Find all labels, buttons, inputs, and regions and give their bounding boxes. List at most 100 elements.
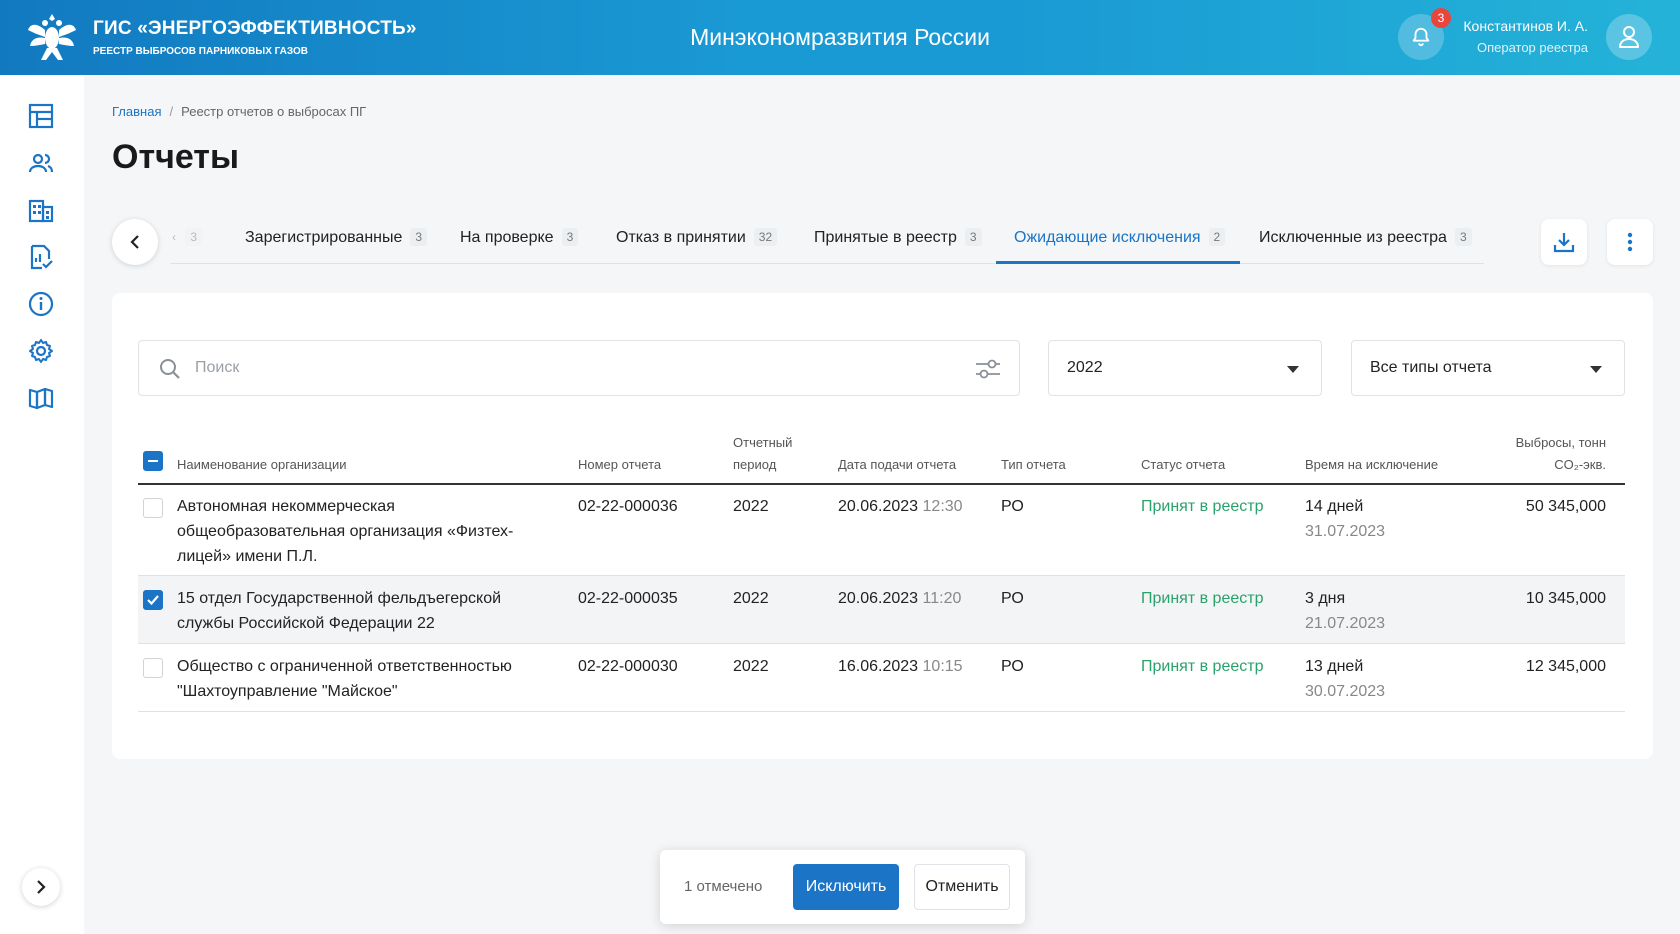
- chevron-left-icon: [130, 235, 139, 249]
- table-row-type: РО: [1001, 658, 1024, 675]
- tab-label: Отказ в принятии: [616, 229, 746, 246]
- tab-label: Ожидающие исключения: [1014, 229, 1201, 246]
- tab-label: Зарегистрированные: [245, 229, 403, 246]
- column-header-time: Время на исключение: [1305, 457, 1439, 472]
- exclude-button[interactable]: Исключить: [793, 864, 899, 910]
- page-title: Отчеты: [112, 138, 239, 176]
- brand-subtitle: РЕЕСТР ВЫБРОСОВ ПАРНИКОВЫХ ГАЗОВ: [93, 46, 309, 57]
- sidebar-item-docs[interactable]: [28, 385, 54, 411]
- table-row-status: Принят в реестр: [1141, 658, 1264, 675]
- tab-excluded[interactable]: Исключенные из реестра 3: [1259, 228, 1472, 247]
- search-icon: [160, 359, 180, 379]
- tab-label: Принятые в реестр: [814, 229, 957, 246]
- gear-icon: [29, 339, 53, 363]
- row-checkbox[interactable]: [143, 590, 163, 610]
- row-divider: [138, 643, 1625, 644]
- minus-icon: [148, 460, 158, 462]
- tabs-scroll-left-button[interactable]: [112, 219, 158, 265]
- dashboard-icon: [28, 103, 54, 129]
- table-row-emissions: 10 345,000: [1525, 590, 1606, 607]
- table-row-type: РО: [1001, 590, 1024, 607]
- caret-down-icon: [1287, 366, 1299, 373]
- table-row-period: 2022: [733, 498, 769, 515]
- tab-under-review[interactable]: На проверке 3: [460, 228, 579, 247]
- users-icon: [28, 153, 54, 173]
- user-name: Константинов И. А.: [1463, 18, 1588, 34]
- table-row-org-line[interactable]: "Шахтоуправление "Майское": [177, 679, 398, 704]
- table-row-org-line[interactable]: службы Российской Федерации 22: [177, 611, 435, 636]
- row-checkbox[interactable]: [143, 658, 163, 678]
- bulk-action-bar: 1 отмечено Исключить Отменить: [660, 850, 1025, 924]
- select-all-checkbox[interactable]: [143, 451, 163, 471]
- breadcrumb-home-link[interactable]: Главная: [112, 104, 161, 119]
- cancel-button[interactable]: Отменить: [914, 864, 1010, 910]
- tab-hidden-count: ‹ 3: [172, 228, 203, 246]
- emblem-logo: [26, 10, 78, 64]
- table-row-period: 2022: [733, 658, 769, 675]
- year-select[interactable]: 2022: [1048, 340, 1322, 396]
- buildings-icon: [28, 199, 54, 223]
- tab-registered[interactable]: Зарегистрированные 3: [245, 228, 428, 247]
- tab-count: 3: [561, 228, 579, 246]
- row-divider: [138, 711, 1625, 712]
- book-icon: [28, 387, 54, 410]
- table-row-number: 02-22-000030: [578, 658, 678, 675]
- ministry-title: Минэкономразвития России: [690, 24, 990, 50]
- tab-count: 2: [1208, 228, 1226, 246]
- tab-count: 3: [410, 228, 428, 246]
- sidebar-item-info[interactable]: [28, 291, 54, 317]
- tab-count: 3: [1454, 228, 1472, 246]
- table-row-date: 16.06.2023 10:15: [838, 658, 963, 675]
- more-options-button[interactable]: [1607, 219, 1653, 265]
- info-icon: [28, 291, 54, 317]
- tab-accepted[interactable]: Принятые в реестр 3: [814, 228, 982, 247]
- table-row-status: Принят в реестр: [1141, 590, 1264, 607]
- table-row-number: 02-22-000036: [578, 498, 678, 515]
- table-row-org-line[interactable]: Автономная некоммерческая: [177, 494, 395, 519]
- tab-label: На проверке: [460, 229, 554, 246]
- table-row-number: 02-22-000035: [578, 590, 678, 607]
- app-header: ГИС «ЭНЕРГОЭФФЕКТИВНОСТЬ» РЕЕСТР ВЫБРОСО…: [0, 0, 1680, 75]
- report-type-select[interactable]: Все типы отчета: [1351, 340, 1625, 396]
- tab-rejected[interactable]: Отказ в принятии 32: [616, 228, 778, 247]
- caret-down-icon: [1590, 366, 1602, 373]
- table-row-deadline: 31.07.2023: [1305, 523, 1386, 540]
- table-row-org-line[interactable]: 15 отдел Государственной фельдъегерской: [177, 586, 501, 611]
- table-row-org-line[interactable]: Общество с ограниченной ответственностью: [177, 654, 512, 679]
- column-header-number: Номер отчета: [578, 457, 662, 472]
- tab-count: 32: [753, 228, 778, 246]
- column-header-date: Дата подачи отчета: [838, 457, 957, 472]
- column-header-type: Тип отчета: [1001, 457, 1066, 472]
- sidebar-item-settings[interactable]: [28, 338, 54, 364]
- table-row-emissions: 12 345,000: [1525, 658, 1606, 675]
- user-avatar-button[interactable]: [1606, 14, 1652, 60]
- tabs-divider: [170, 263, 1484, 264]
- active-tab-indicator: [996, 261, 1240, 264]
- brand-title: ГИС «ЭНЕРГОЭФФЕКТИВНОСТЬ»: [93, 18, 417, 39]
- table-row-days: 3 дня: [1305, 590, 1346, 607]
- sidebar-item-organizations[interactable]: [28, 197, 54, 223]
- tab-pending-exclusion[interactable]: Ожидающие исключения 2: [1014, 228, 1226, 247]
- row-checkbox[interactable]: [143, 498, 163, 518]
- table-row-org-line[interactable]: лицей» имени П.Л.: [177, 544, 317, 569]
- sidebar: [0, 75, 84, 934]
- sidebar-item-users[interactable]: [28, 150, 54, 176]
- sidebar-item-reports[interactable]: [28, 244, 54, 270]
- search-placeholder: Поиск: [195, 359, 240, 376]
- table-row-date: 20.06.2023 12:30: [838, 498, 963, 515]
- table-row-days: 14 дней: [1305, 498, 1364, 515]
- table-row-type: РО: [1001, 498, 1024, 515]
- sidebar-expand-button[interactable]: [22, 868, 60, 906]
- download-button[interactable]: [1541, 219, 1587, 265]
- breadcrumb: Главная / Реестр отчетов о выбросах ПГ: [112, 104, 366, 119]
- table-row-deadline: 21.07.2023: [1305, 615, 1386, 632]
- table-row-deadline: 30.07.2023: [1305, 683, 1386, 700]
- tab-label: Исключенные из реестра: [1259, 229, 1447, 246]
- filter-sliders-icon[interactable]: [975, 357, 1001, 381]
- sidebar-item-dashboard[interactable]: [28, 103, 54, 129]
- breadcrumb-separator: /: [169, 104, 174, 119]
- chevron-right-icon: [37, 880, 46, 894]
- search-input[interactable]: Поиск: [138, 340, 1020, 396]
- user-icon: [1619, 26, 1639, 48]
- table-row-org-line[interactable]: общеобразовательная организация «Физтех-: [177, 519, 513, 544]
